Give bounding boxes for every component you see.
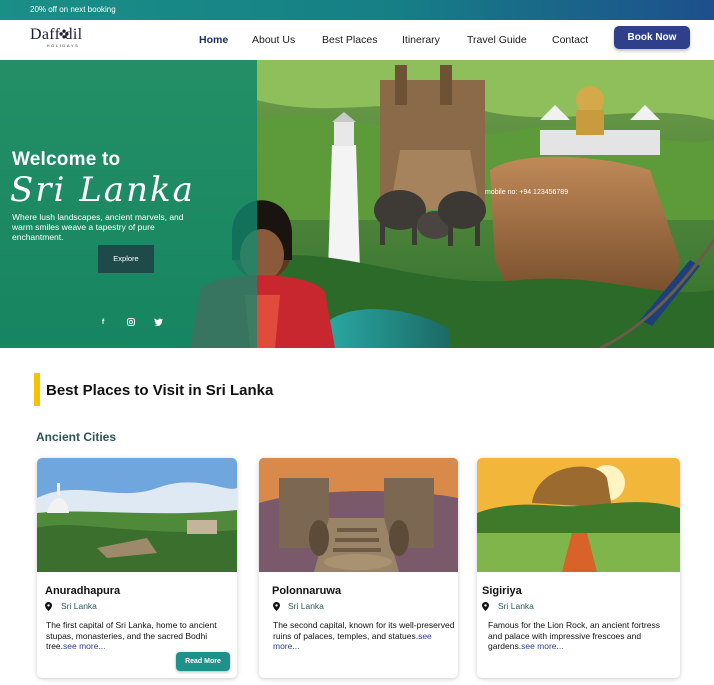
card-description: The second capital, known for its well-p… [273,620,455,651]
section-accent-bar [34,373,40,406]
hero-banner: Welcome to Sri Lanka Where lush landscap… [0,60,714,348]
instagram-icon[interactable] [126,318,136,328]
see-more-link[interactable]: see more... [521,641,564,651]
read-more-button[interactable]: Read More [176,652,230,671]
hero-welcome-heading: Welcome to [12,149,121,170]
location-pin-icon [45,602,52,611]
place-card-anuradhapura[interactable]: Anuradhapura Sri Lanka The first capital… [37,458,237,678]
logo[interactable]: Daff dil HOLIDAYS [30,26,92,56]
place-card-polonnaruwa[interactable]: Polonnaruwa Sri Lanka The second capital… [259,458,458,678]
card-description: The first capital of Sri Lanka, home to … [46,620,217,651]
card-title: Anuradhapura [45,585,121,597]
twitter-icon[interactable] [153,318,163,328]
hero-script-title: Sri Lanka [10,170,195,210]
card-description: Famous for the Lion Rock, an ancient for… [488,620,660,651]
card-title: Sigiriya [482,585,522,597]
facebook-icon[interactable]: f [98,318,108,328]
promo-bar: 20% off on next booking [0,0,714,20]
nav-itinerary[interactable]: Itinerary [402,34,440,46]
nav-home[interactable]: Home [199,34,228,46]
category-title: Ancient Cities [36,430,117,444]
card-title: Polonnaruwa [272,585,342,597]
section-title: Best Places to Visit in Sri Lanka [46,382,274,399]
nav-travel-guide[interactable]: Travel Guide [467,34,527,46]
sigiriya-image [477,458,680,572]
navbar: Daff dil HOLIDAYS Home About Us Best Pla… [0,20,714,60]
anuradhapura-image [37,458,237,572]
nav-best-places[interactable]: Best Places [322,34,377,46]
polonnaruwa-image [259,458,458,572]
card-location: Sri Lanka [61,601,97,611]
see-more-link[interactable]: see more... [63,641,106,651]
card-location: Sri Lanka [288,601,324,611]
nav-about-us[interactable]: About Us [252,34,295,46]
card-location: Sri Lanka [498,601,534,611]
daffodil-flower-icon [59,29,69,39]
nav-contact[interactable]: Contact [552,34,588,46]
mobile-number: mobile no: +94 123456789 [485,189,569,196]
location-pin-icon [482,602,489,611]
place-card-sigiriya[interactable]: Sigiriya Sri Lanka Famous for the Lion R… [477,458,680,678]
book-now-button[interactable]: Book Now [614,26,690,49]
location-pin-icon [273,602,280,611]
hero-description: Where lush landscapes, ancient marvels, … [12,212,184,242]
promo-text: 20% off on next booking [30,5,116,14]
explore-button[interactable]: Explore [98,245,154,273]
